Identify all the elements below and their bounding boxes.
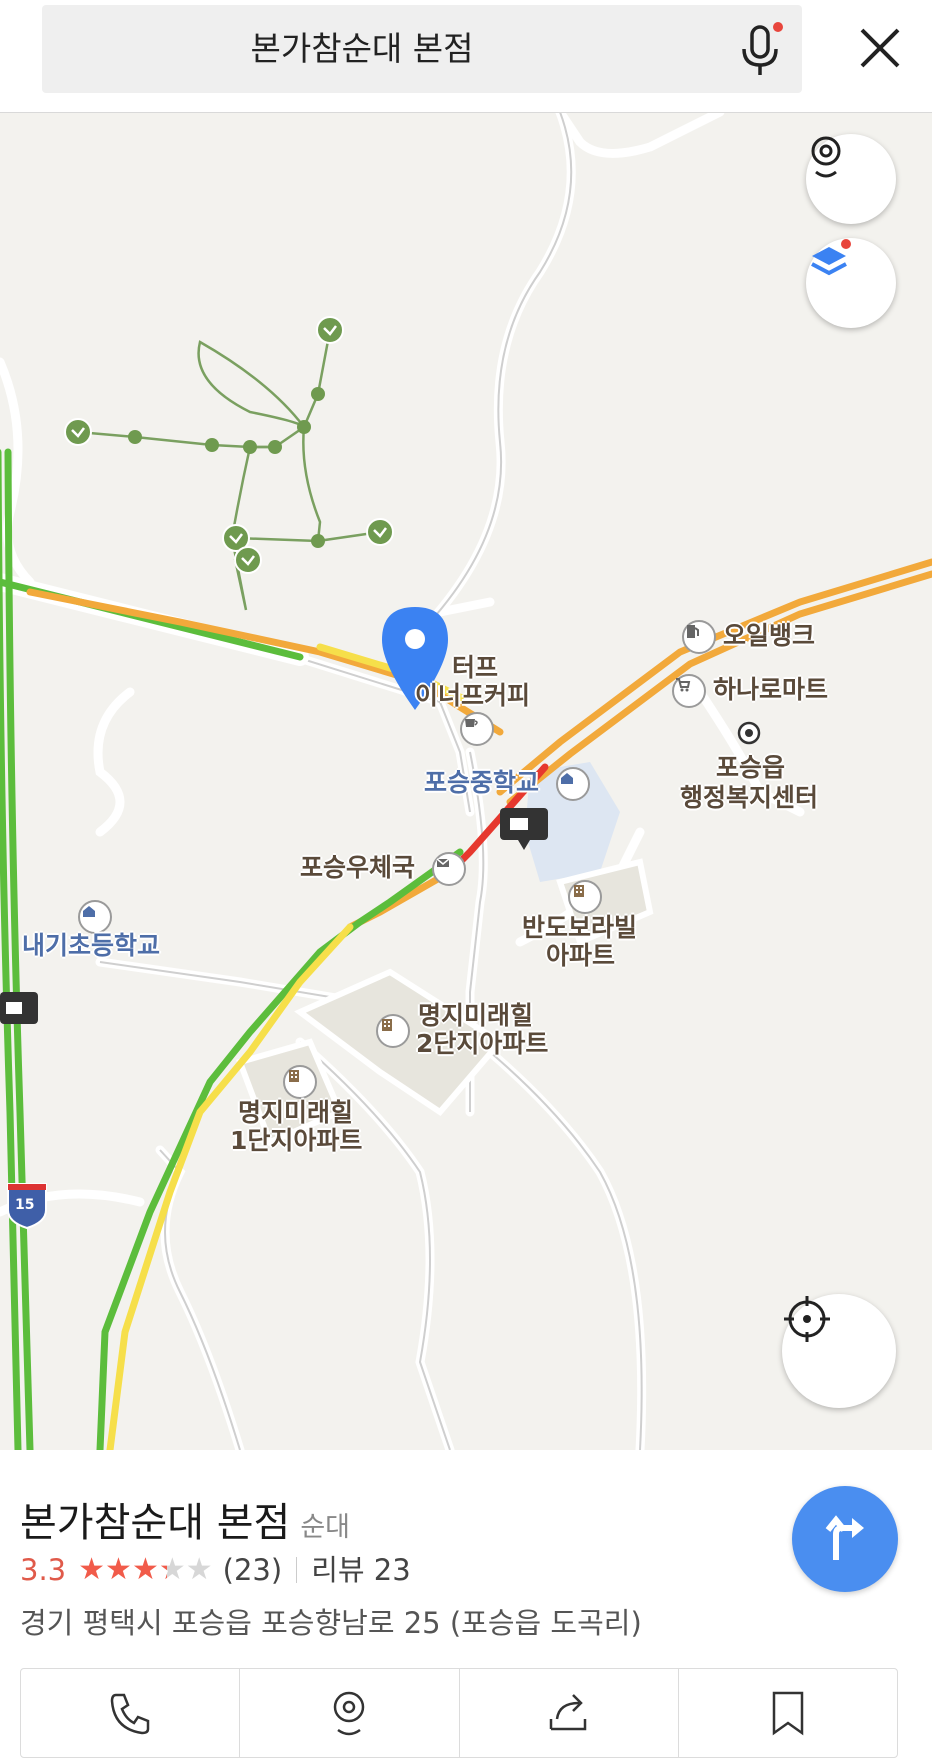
place-category: 순대 (300, 1512, 351, 1543)
poi-bando-borabil-line1[interactable]: 반도보라빌 (522, 912, 637, 943)
place-address[interactable]: 경기 평택시 포승읍 포승향남로 25 (포승읍 도곡리) (20, 1600, 642, 1642)
gas-station-icon[interactable] (682, 620, 716, 654)
poi-poseung-welfare-line2[interactable]: 행정복지센터 (680, 782, 818, 813)
shopping-cart-icon[interactable] (672, 674, 706, 708)
poi-poseung-welfare-line1[interactable]: 포승읍 (716, 752, 785, 783)
search-query[interactable]: 본가참순대 본점 (42, 5, 682, 93)
poi-oilbank[interactable]: 오일뱅크 (723, 620, 815, 651)
school-icon[interactable] (78, 900, 112, 934)
poi-hanaromart[interactable]: 하나로마트 (713, 674, 828, 705)
share-button[interactable] (460, 1669, 679, 1757)
rating-count: (23) (222, 1553, 283, 1587)
crosshair-icon (784, 1296, 830, 1342)
street-view-button[interactable] (806, 134, 896, 224)
poi-poseung-post-office[interactable]: 포승우체국 (300, 852, 415, 883)
government-office-icon[interactable] (736, 720, 770, 754)
street-view-icon (811, 136, 841, 178)
poi-myungji-2-line2[interactable]: 2단지아파트 (416, 1028, 548, 1059)
place-info-panel: 본가참순대 본점 순대 3.3 ★ ★ ★ ★ ★ (23) 리뷰 23 경기 평택시 포… (0, 1450, 932, 1762)
review-count[interactable]: 리뷰 23 (311, 1550, 410, 1590)
street-view-icon (334, 1691, 365, 1736)
phone-icon (110, 1693, 150, 1735)
star-rating: ★ ★ ★ ★ ★ (78, 1550, 213, 1590)
star-icon: ★ (131, 1552, 159, 1587)
apartment-icon[interactable] (283, 1065, 317, 1099)
poi-innisfree-coffee[interactable]: 이너프커피 (415, 680, 530, 711)
search-bar: 본가참순대 본점 (0, 0, 932, 113)
place-name[interactable]: 본가참순대 본점 (20, 1500, 290, 1546)
poi-naegi-elementary-school[interactable]: 내기초등학교 (22, 930, 160, 961)
divider (296, 1557, 298, 1583)
school-icon[interactable] (556, 767, 590, 801)
poi-myungji-2-line1[interactable]: 명지미래힐 (418, 1000, 533, 1031)
share-icon (549, 1694, 586, 1731)
apartment-icon[interactable] (376, 1014, 410, 1048)
roadview-button[interactable] (240, 1669, 460, 1757)
poi-teope[interactable]: 터프 (452, 652, 498, 683)
map-layers-button[interactable] (806, 238, 896, 328)
star-icon: ★ (78, 1552, 106, 1587)
poi-myungji-1-line1[interactable]: 명지미래힐 (238, 1097, 353, 1128)
place-title[interactable]: 본가참순대 본점 순대 (20, 1490, 350, 1548)
rating-row[interactable]: 3.3 ★ ★ ★ ★ ★ (23) 리뷰 23 (20, 1550, 411, 1590)
poi-bando-borabil-line2[interactable]: 아파트 (546, 940, 615, 971)
star-icon: ★ (185, 1552, 213, 1587)
search-box[interactable]: 본가참순대 본점 (42, 5, 802, 93)
bookmark-icon (772, 1691, 804, 1736)
star-icon: ★ (159, 1550, 186, 1590)
poi-myungji-1-line2[interactable]: 1단지아파트 (230, 1125, 362, 1156)
star-icon: ★ (105, 1552, 132, 1587)
highway-shield-label: 15 (15, 1197, 35, 1213)
call-button[interactable] (21, 1669, 241, 1757)
post-office-icon[interactable] (432, 852, 466, 886)
directions-arrow-icon (825, 1515, 864, 1560)
coffee-cup-icon[interactable] (460, 712, 494, 746)
rating-value: 3.3 (20, 1553, 67, 1587)
directions-button[interactable] (792, 1486, 898, 1592)
microphone-icon[interactable] (732, 21, 788, 81)
poi-poseung-middle-school[interactable]: 포승중학교 (424, 767, 539, 798)
close-icon[interactable] (852, 18, 908, 78)
action-bar (20, 1668, 898, 1758)
save-button[interactable] (679, 1669, 897, 1757)
map-view[interactable]: 15 오일뱅크 하나로마트 터프 이너프커피 포승중학교 포승읍 행정복지센터 … (0, 112, 932, 1450)
layers-icon (811, 239, 851, 276)
apartment-icon[interactable] (568, 880, 602, 914)
my-location-button[interactable] (782, 1294, 896, 1408)
